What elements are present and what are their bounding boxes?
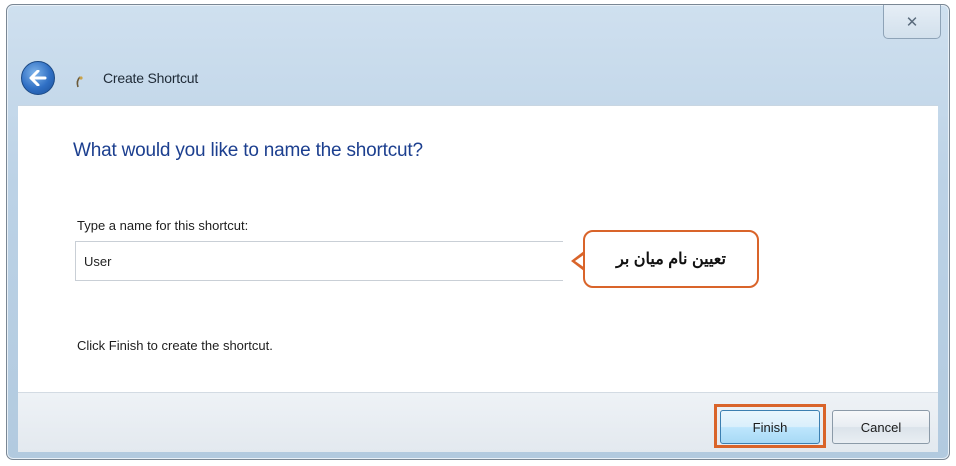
- wizard-content: What would you like to name the shortcut…: [18, 105, 938, 392]
- shortcut-name-label: Type a name for this shortcut:: [77, 218, 249, 233]
- back-button[interactable]: [21, 61, 55, 95]
- title-bar: Create Shortcut: [7, 55, 949, 103]
- shortcut-wizard-icon: [73, 73, 87, 89]
- finish-instruction: Click Finish to create the shortcut.: [77, 338, 273, 353]
- shortcut-name-input[interactable]: [75, 241, 563, 281]
- annotation-callout: تعیین نام میان بر: [583, 230, 759, 288]
- page-heading: What would you like to name the shortcut…: [73, 140, 423, 161]
- finish-button[interactable]: Finish: [720, 410, 820, 444]
- window-title: Create Shortcut: [103, 70, 199, 86]
- create-shortcut-dialog: ✕ Create Shortcut What would you like to…: [6, 4, 950, 460]
- close-button[interactable]: ✕: [883, 5, 941, 39]
- cancel-button[interactable]: Cancel: [832, 410, 930, 444]
- button-bar: Finish Cancel: [18, 392, 938, 452]
- back-arrow-icon: [29, 70, 47, 86]
- close-icon: ✕: [905, 13, 919, 31]
